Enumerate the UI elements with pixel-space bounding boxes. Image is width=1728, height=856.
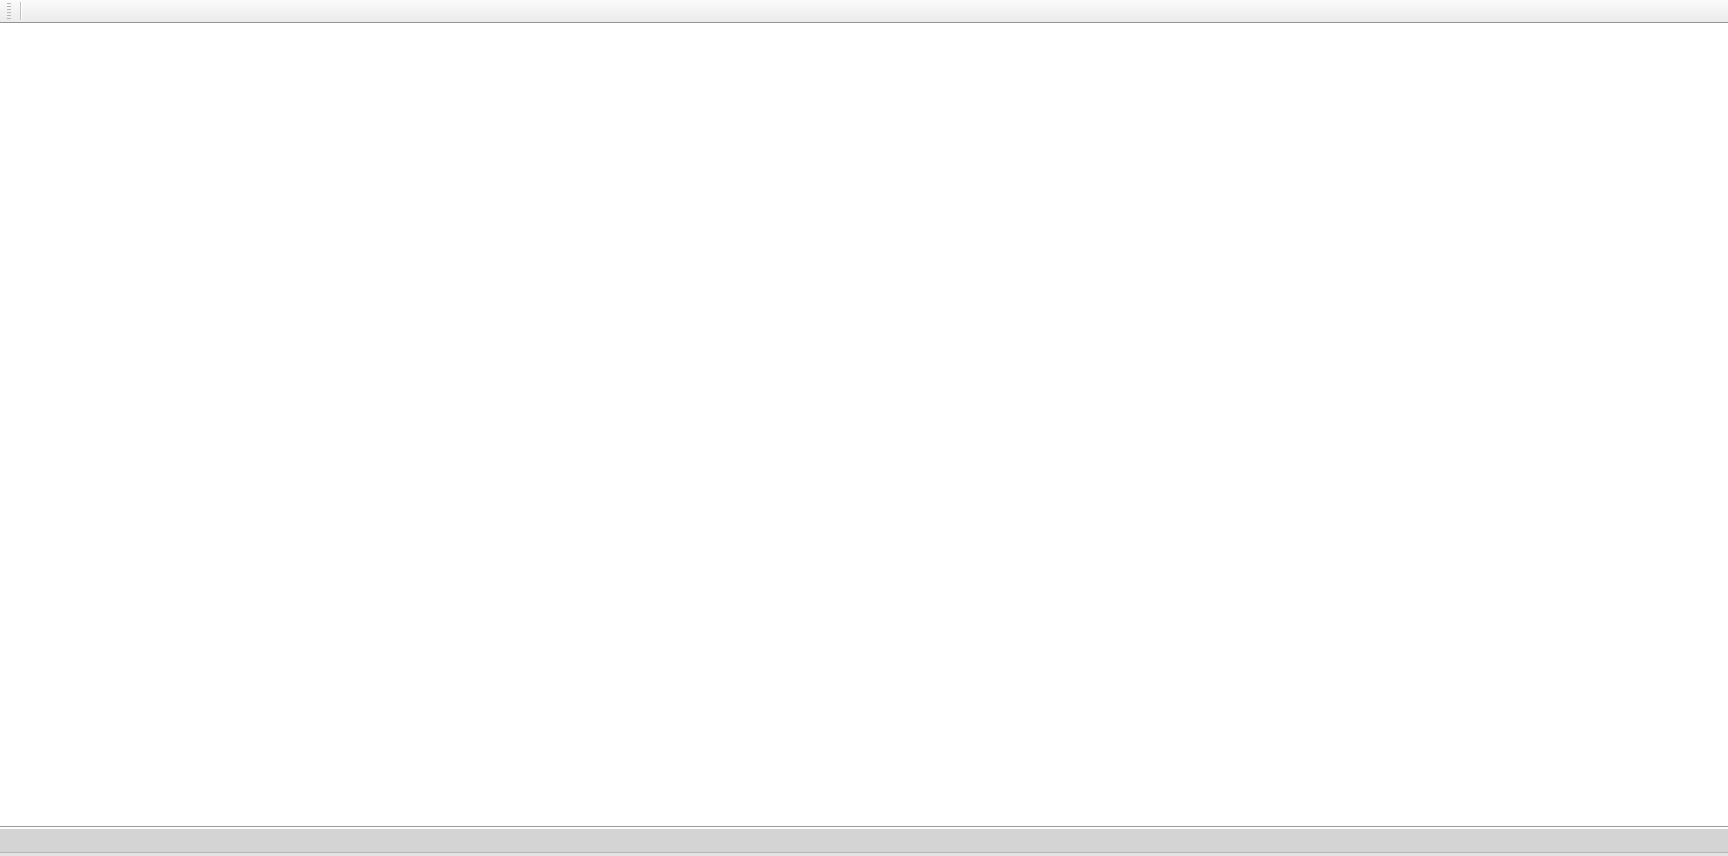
toolbar-separator xyxy=(20,2,21,20)
application-window xyxy=(0,0,1728,856)
tabs-bar xyxy=(0,829,1728,852)
toolbar-grip[interactable] xyxy=(7,3,11,19)
toolbar xyxy=(0,0,1728,23)
chart-canvas[interactable] xyxy=(0,25,1728,828)
window-bottom-strip xyxy=(0,852,1728,856)
